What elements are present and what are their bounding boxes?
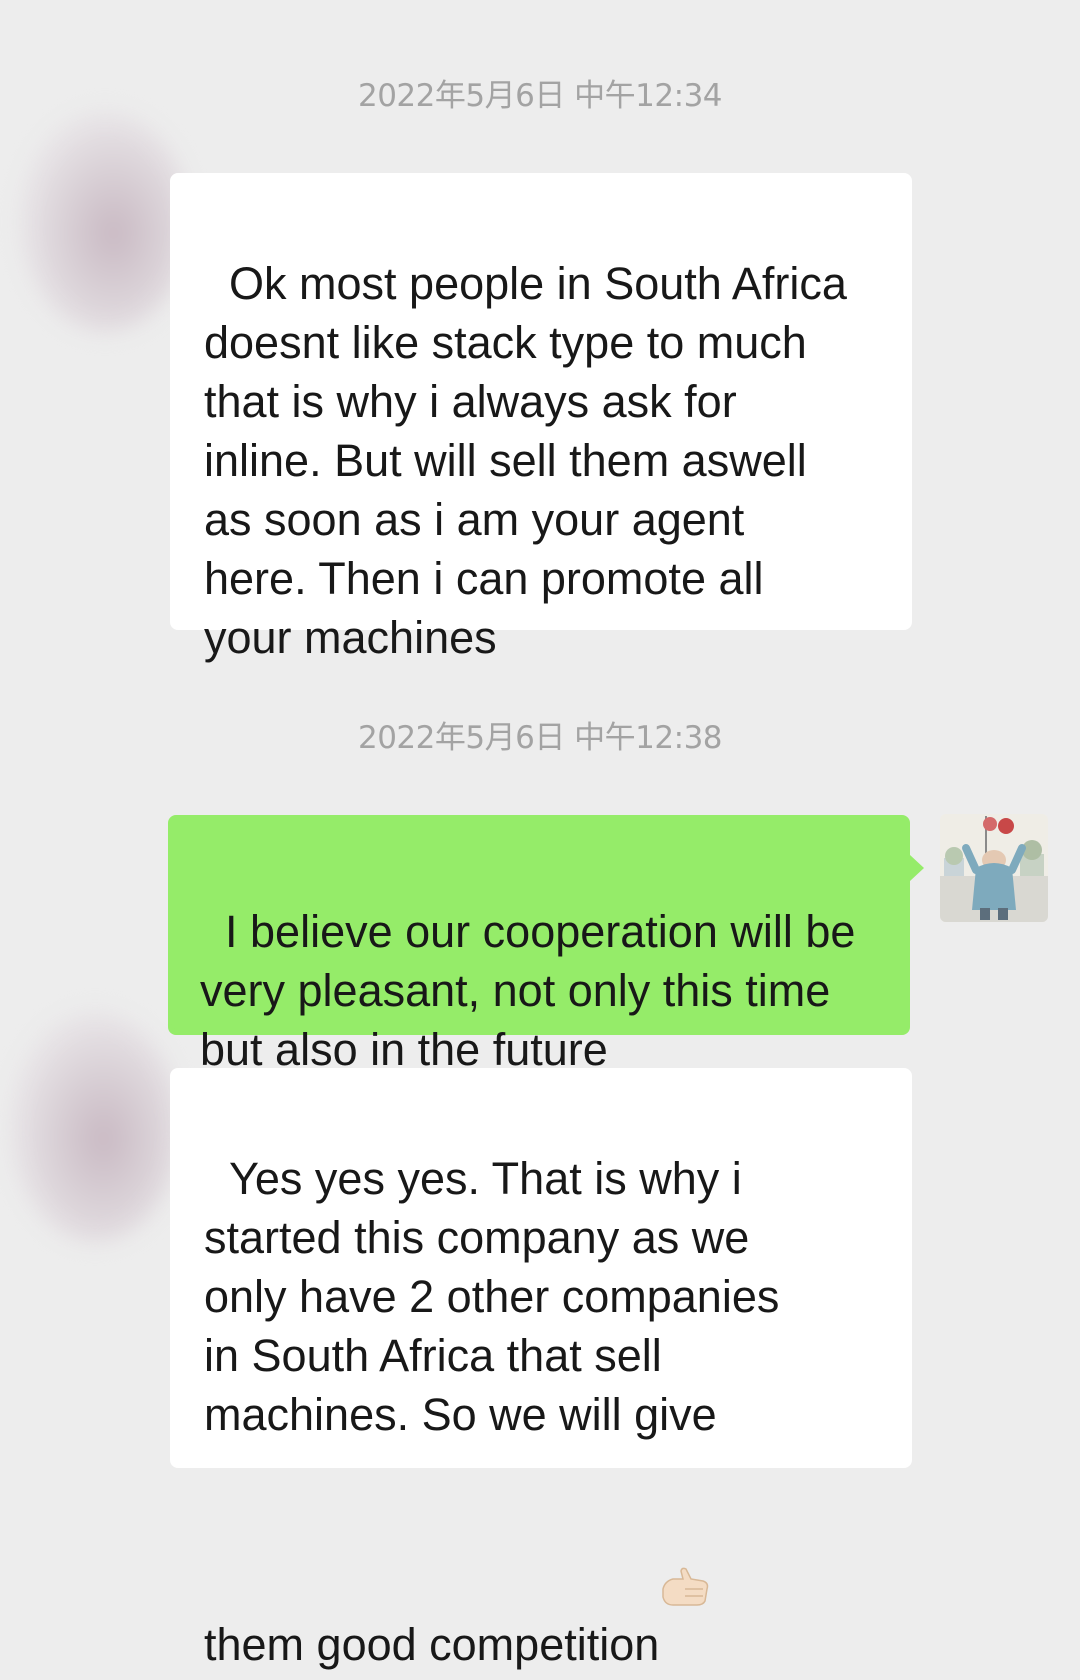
avatar-illustration: [940, 814, 1048, 922]
timestamp: 2022年5月6日 中午12:38: [357, 720, 723, 756]
contact-avatar[interactable]: [20, 112, 190, 332]
message-text: I believe our cooperation will be very p…: [200, 906, 856, 1075]
user-avatar[interactable]: [940, 814, 1048, 922]
incoming-message-bubble[interactable]: Ok most people in South Africa doesnt li…: [170, 173, 912, 663]
timestamp: 2022年5月6日 中午12:34: [357, 78, 723, 114]
thumbs-up-emoji-icon: [659, 1444, 711, 1606]
contact-avatar[interactable]: [10, 1012, 180, 1242]
message-text: Ok most people in South Africa doesnt li…: [204, 258, 847, 663]
incoming-message-bubble[interactable]: Yes yes yes. That is why i started this …: [170, 1068, 912, 1670]
outgoing-message-bubble[interactable]: I believe our cooperation will be very p…: [168, 815, 924, 1075]
